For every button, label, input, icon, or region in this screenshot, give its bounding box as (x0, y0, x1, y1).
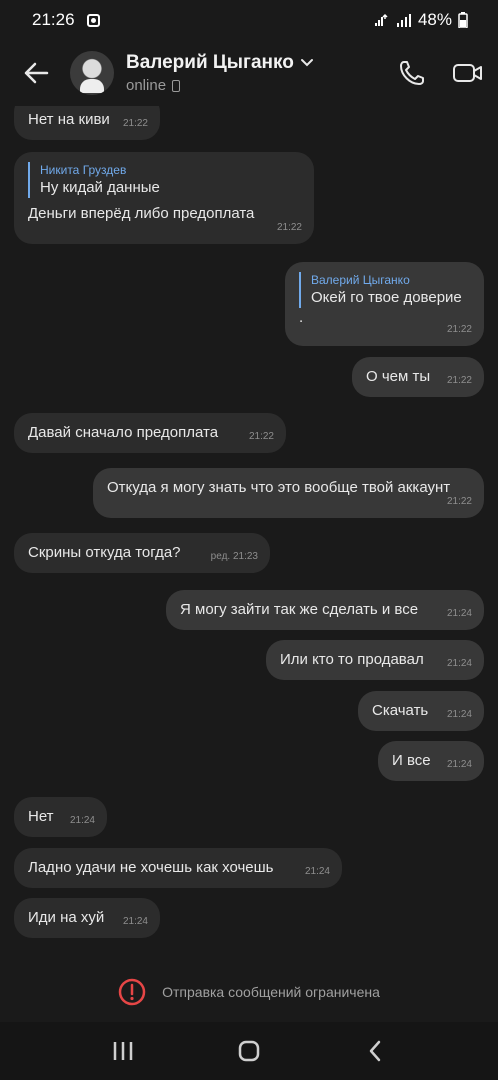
error-circle-icon (118, 978, 146, 1006)
message-bubble[interactable]: Иди на хуй 21:24 (14, 898, 160, 938)
quote-author: Валерий Цыганко (311, 273, 410, 287)
message-time: 21:22 (276, 222, 302, 233)
message-text: Ладно удачи не хочешь как хочешь (28, 859, 274, 876)
back-arrow-icon (24, 62, 49, 84)
home-icon (238, 1040, 260, 1062)
message-bubble[interactable]: Никита Груздев Ну кидай данные Деньги вп… (14, 152, 314, 244)
back-button[interactable] (14, 51, 58, 95)
reply-quote[interactable]: Валерий Цыганко Окей го твое доверие (299, 272, 470, 308)
chevron-down-icon (300, 59, 313, 67)
restricted-text: Отправка сообщений ограничена (162, 984, 380, 1000)
message-time: 21:22 (122, 118, 148, 129)
message-text: Деньги вперёд либо предоплата (28, 205, 255, 222)
message-text: . (299, 309, 304, 326)
phone-icon (400, 61, 424, 85)
message-bubble[interactable]: О чем ты 21:22 (352, 357, 484, 397)
video-call-icon (453, 64, 482, 82)
recent-apps-icon (113, 1042, 133, 1060)
contact-name: Валерий Цыганко (126, 52, 294, 73)
back-nav-button[interactable] (355, 1031, 395, 1071)
message-bubble[interactable]: И все 21:24 (378, 741, 484, 781)
message-time: 21:24 (122, 916, 148, 927)
signal-icon (396, 14, 411, 27)
message-time: 21:24 (446, 709, 472, 720)
battery-icon (458, 12, 468, 28)
message-time: ред. 21:23 (210, 551, 258, 562)
quote-text: Ну кидай данные (40, 179, 160, 196)
message-bubble[interactable]: Я могу зайти так же сделать и все 21:24 (166, 590, 484, 630)
message-time: 21:24 (446, 759, 472, 770)
notification-icon (86, 13, 100, 27)
messaging-restricted-notice: Отправка сообщений ограничена (0, 966, 498, 1018)
message-time: 21:22 (446, 496, 472, 507)
recent-apps-button[interactable] (103, 1031, 143, 1071)
status-time: 21:26 (32, 10, 75, 29)
status-bar: 21:26 48% (0, 0, 498, 40)
contact-avatar[interactable] (70, 51, 114, 95)
home-button[interactable] (229, 1031, 269, 1071)
message-text: Давай сначало предоплата (28, 424, 219, 441)
message-bubble[interactable]: Или кто то продавал 21:24 (266, 640, 484, 680)
back-icon (369, 1040, 381, 1062)
message-time: 21:22 (446, 324, 472, 335)
contact-status: online (126, 77, 167, 94)
message-text: Я могу зайти так же сделать и все (180, 601, 419, 618)
message-bubble[interactable]: Откуда я могу знать что это вообще твой … (93, 468, 484, 518)
system-nav-bar (0, 1022, 498, 1080)
quote-author: Никита Груздев (40, 163, 127, 177)
quote-text: Окей го твое доверие (311, 289, 462, 306)
message-time: 21:22 (248, 431, 274, 442)
battery-percent: 48% (417, 10, 452, 29)
message-bubble[interactable]: Валерий Цыганко Окей го твое доверие . 2… (285, 262, 484, 346)
message-time: 21:24 (69, 815, 95, 826)
message-time: 21:24 (446, 608, 472, 619)
message-bubble[interactable]: Ладно удачи не хочешь как хочешь 21:24 (14, 848, 342, 888)
message-text: Или кто то продавал (280, 651, 424, 668)
message-bubble[interactable]: Скрины откуда тогда? ред. 21:23 (14, 533, 270, 573)
contact-info[interactable]: Валерий Цыганко online (126, 52, 314, 94)
video-call-button[interactable] (452, 57, 484, 89)
chat-header: Валерий Цыганко online (0, 40, 498, 106)
message-bubble[interactable]: Нет 21:24 (14, 797, 107, 837)
message-text: Откуда я могу знать что это вообще твой … (107, 479, 451, 496)
message-bubble[interactable]: Давай сначало предоплата 21:22 (14, 413, 286, 453)
message-time: 21:22 (446, 375, 472, 386)
message-list[interactable]: Нет на киви 21:22 Никита Груздев Ну кида… (0, 106, 498, 966)
reply-quote[interactable]: Никита Груздев Ну кидай данные (28, 162, 300, 198)
message-time: 21:24 (304, 866, 330, 877)
message-bubble[interactable]: Скачать 21:24 (358, 691, 484, 731)
message-bubble[interactable]: Нет на киви 21:22 (14, 106, 160, 140)
wifi-icon (374, 13, 388, 26)
mobile-device-icon (172, 79, 181, 92)
message-time: 21:24 (446, 658, 472, 669)
call-button[interactable] (396, 57, 428, 89)
